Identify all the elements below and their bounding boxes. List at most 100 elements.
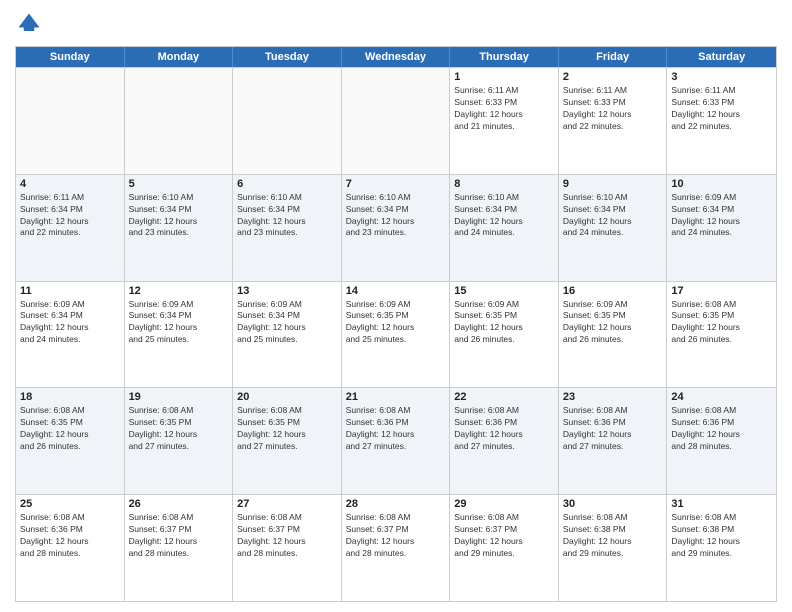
day-cell-27: 27 Sunrise: 6:08 AM Sunset: 6:37 PM Dayli… <box>233 495 342 601</box>
day-info: Sunrise: 6:08 AM Sunset: 6:36 PM Dayligh… <box>563 405 663 453</box>
day-cell-21: 21 Sunrise: 6:08 AM Sunset: 6:36 PM Dayli… <box>342 388 451 494</box>
empty-cell <box>342 68 451 174</box>
day-number: 21 <box>346 391 446 403</box>
day-info: Sunrise: 6:11 AM Sunset: 6:34 PM Dayligh… <box>20 192 120 240</box>
day-number: 15 <box>454 285 554 297</box>
day-info: Sunrise: 6:08 AM Sunset: 6:35 PM Dayligh… <box>129 405 229 453</box>
day-info: Sunrise: 6:11 AM Sunset: 6:33 PM Dayligh… <box>671 85 772 133</box>
day-cell-24: 24 Sunrise: 6:08 AM Sunset: 6:36 PM Dayli… <box>667 388 776 494</box>
day-cell-13: 13Sunrise: 6:09 AM Sunset: 6:34 PM Dayli… <box>233 282 342 388</box>
day-number: 26 <box>129 498 229 510</box>
day-cell-30: 30 Sunrise: 6:08 AM Sunset: 6:38 PM Dayli… <box>559 495 668 601</box>
day-number: 24 <box>671 391 772 403</box>
day-number: 29 <box>454 498 554 510</box>
day-number: 31 <box>671 498 772 510</box>
day-info: Sunrise: 6:08 AM Sunset: 6:37 PM Dayligh… <box>129 512 229 560</box>
day-cell-3: 3 Sunrise: 6:11 AM Sunset: 6:33 PM Daylig… <box>667 68 776 174</box>
day-info: Sunrise: 6:10 AM Sunset: 6:34 PM Dayligh… <box>346 192 446 240</box>
calendar-row-4: 18Sunrise: 6:08 AM Sunset: 6:35 PM Dayli… <box>16 387 776 494</box>
empty-cell <box>16 68 125 174</box>
day-number: 14 <box>346 285 446 297</box>
day-number: 30 <box>563 498 663 510</box>
day-info: Sunrise: 6:09 AM Sunset: 6:35 PM Dayligh… <box>563 299 663 347</box>
day-number: 23 <box>563 391 663 403</box>
day-cell-16: 16 Sunrise: 6:09 AM Sunset: 6:35 PM Dayli… <box>559 282 668 388</box>
day-number: 27 <box>237 498 337 510</box>
day-info: Sunrise: 6:11 AM Sunset: 6:33 PM Dayligh… <box>563 85 663 133</box>
header-day-sunday: Sunday <box>16 47 125 67</box>
day-info: Sunrise: 6:09 AM Sunset: 6:34 PM Dayligh… <box>129 299 229 347</box>
day-number: 7 <box>346 178 446 190</box>
logo <box>15 10 47 38</box>
day-cell-20: 20 Sunrise: 6:08 AM Sunset: 6:35 PM Dayli… <box>233 388 342 494</box>
day-cell-26: 26 Sunrise: 6:08 AM Sunset: 6:37 PM Dayli… <box>125 495 234 601</box>
day-info: Sunrise: 6:08 AM Sunset: 6:36 PM Dayligh… <box>20 512 120 560</box>
calendar-header: SundayMondayTuesdayWednesdayThursdayFrid… <box>16 47 776 67</box>
day-cell-12: 12 Sunrise: 6:09 AM Sunset: 6:34 PM Dayli… <box>125 282 234 388</box>
day-number: 19 <box>129 391 229 403</box>
day-info: Sunrise: 6:08 AM Sunset: 6:36 PM Dayligh… <box>671 405 772 453</box>
day-info: Sunrise: 6:11 AM Sunset: 6:33 PM Dayligh… <box>454 85 554 133</box>
day-info: Sunrise: 6:09 AM Sunset: 6:35 PM Dayligh… <box>454 299 554 347</box>
header-day-wednesday: Wednesday <box>342 47 451 67</box>
day-cell-8: 8 Sunrise: 6:10 AM Sunset: 6:34 PM Daylig… <box>450 175 559 281</box>
calendar: SundayMondayTuesdayWednesdayThursdayFrid… <box>15 46 777 602</box>
day-cell-6: 6 Sunrise: 6:10 AM Sunset: 6:34 PM Daylig… <box>233 175 342 281</box>
day-number: 5 <box>129 178 229 190</box>
day-info: Sunrise: 6:10 AM Sunset: 6:34 PM Dayligh… <box>237 192 337 240</box>
day-number: 13 <box>237 285 337 297</box>
day-number: 22 <box>454 391 554 403</box>
logo-icon <box>15 10 43 38</box>
day-info: Sunrise: 6:08 AM Sunset: 6:35 PM Dayligh… <box>20 405 120 453</box>
day-number: 16 <box>563 285 663 297</box>
header-day-thursday: Thursday <box>450 47 559 67</box>
day-info: Sunrise: 6:08 AM Sunset: 6:37 PM Dayligh… <box>346 512 446 560</box>
day-number: 9 <box>563 178 663 190</box>
day-info: Sunrise: 6:08 AM Sunset: 6:38 PM Dayligh… <box>671 512 772 560</box>
day-cell-19: 19 Sunrise: 6:08 AM Sunset: 6:35 PM Dayli… <box>125 388 234 494</box>
day-number: 17 <box>671 285 772 297</box>
day-number: 20 <box>237 391 337 403</box>
header-day-tuesday: Tuesday <box>233 47 342 67</box>
calendar-body: 1 Sunrise: 6:11 AM Sunset: 6:33 PM Daylig… <box>16 67 776 601</box>
day-info: Sunrise: 6:09 AM Sunset: 6:34 PM Dayligh… <box>671 192 772 240</box>
day-info: Sunrise: 6:08 AM Sunset: 6:37 PM Dayligh… <box>237 512 337 560</box>
day-cell-29: 29Sunrise: 6:08 AM Sunset: 6:37 PM Dayli… <box>450 495 559 601</box>
day-info: Sunrise: 6:10 AM Sunset: 6:34 PM Dayligh… <box>129 192 229 240</box>
header <box>15 10 777 38</box>
day-cell-14: 14 Sunrise: 6:09 AM Sunset: 6:35 PM Dayli… <box>342 282 451 388</box>
calendar-row-5: 25Sunrise: 6:08 AM Sunset: 6:36 PM Dayli… <box>16 494 776 601</box>
day-info: Sunrise: 6:08 AM Sunset: 6:35 PM Dayligh… <box>671 299 772 347</box>
day-number: 3 <box>671 71 772 83</box>
calendar-row-2: 4 Sunrise: 6:11 AM Sunset: 6:34 PM Daylig… <box>16 174 776 281</box>
day-number: 4 <box>20 178 120 190</box>
calendar-row-3: 11 Sunrise: 6:09 AM Sunset: 6:34 PM Dayli… <box>16 281 776 388</box>
day-info: Sunrise: 6:08 AM Sunset: 6:38 PM Dayligh… <box>563 512 663 560</box>
day-cell-1: 1 Sunrise: 6:11 AM Sunset: 6:33 PM Daylig… <box>450 68 559 174</box>
day-cell-22: 22 Sunrise: 6:08 AM Sunset: 6:36 PM Dayli… <box>450 388 559 494</box>
day-number: 6 <box>237 178 337 190</box>
empty-cell <box>233 68 342 174</box>
day-number: 10 <box>671 178 772 190</box>
page: SundayMondayTuesdayWednesdayThursdayFrid… <box>0 0 792 612</box>
day-cell-31: 31 Sunrise: 6:08 AM Sunset: 6:38 PM Dayli… <box>667 495 776 601</box>
day-cell-4: 4 Sunrise: 6:11 AM Sunset: 6:34 PM Daylig… <box>16 175 125 281</box>
header-day-monday: Monday <box>125 47 234 67</box>
day-number: 12 <box>129 285 229 297</box>
header-day-friday: Friday <box>559 47 668 67</box>
day-info: Sunrise: 6:08 AM Sunset: 6:36 PM Dayligh… <box>454 405 554 453</box>
day-info: Sunrise: 6:09 AM Sunset: 6:35 PM Dayligh… <box>346 299 446 347</box>
day-cell-15: 15 Sunrise: 6:09 AM Sunset: 6:35 PM Dayli… <box>450 282 559 388</box>
day-info: Sunrise: 6:09 AM Sunset: 6:34 PM Dayligh… <box>20 299 120 347</box>
day-info: Sunrise: 6:08 AM Sunset: 6:36 PM Dayligh… <box>346 405 446 453</box>
day-number: 11 <box>20 285 120 297</box>
day-number: 28 <box>346 498 446 510</box>
day-cell-23: 23 Sunrise: 6:08 AM Sunset: 6:36 PM Dayli… <box>559 388 668 494</box>
day-number: 8 <box>454 178 554 190</box>
day-cell-25: 25Sunrise: 6:08 AM Sunset: 6:36 PM Dayli… <box>16 495 125 601</box>
day-info: Sunrise: 6:08 AM Sunset: 6:35 PM Dayligh… <box>237 405 337 453</box>
day-number: 1 <box>454 71 554 83</box>
day-cell-9: 9Sunrise: 6:10 AM Sunset: 6:34 PM Daylig… <box>559 175 668 281</box>
calendar-row-1: 1 Sunrise: 6:11 AM Sunset: 6:33 PM Daylig… <box>16 67 776 174</box>
day-info: Sunrise: 6:10 AM Sunset: 6:34 PM Dayligh… <box>454 192 554 240</box>
